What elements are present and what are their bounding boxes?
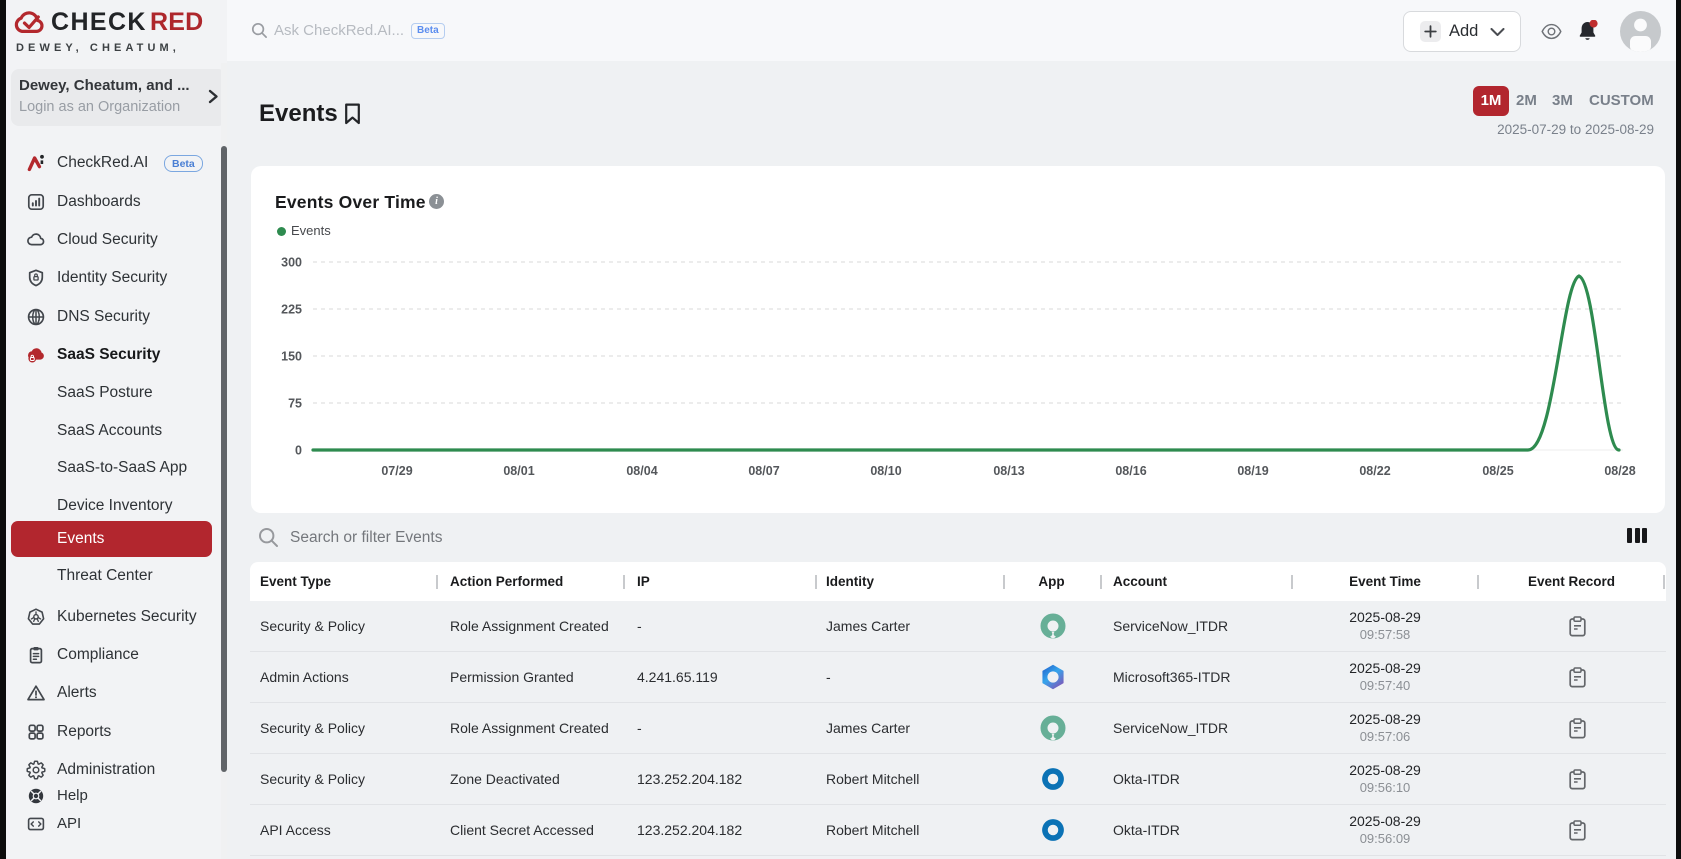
svg-text:08/22: 08/22 xyxy=(1359,464,1390,478)
svg-text:08/07: 08/07 xyxy=(748,464,779,478)
svg-text:07/29: 07/29 xyxy=(381,464,412,478)
svg-text:150: 150 xyxy=(281,350,302,364)
svg-text:08/16: 08/16 xyxy=(1115,464,1146,478)
svg-text:08/01: 08/01 xyxy=(503,464,534,478)
svg-text:08/13: 08/13 xyxy=(993,464,1024,478)
svg-text:0: 0 xyxy=(295,444,302,458)
svg-text:08/19: 08/19 xyxy=(1237,464,1268,478)
svg-text:300: 300 xyxy=(281,256,302,270)
svg-text:75: 75 xyxy=(288,397,302,411)
svg-text:08/28: 08/28 xyxy=(1604,464,1635,478)
svg-text:08/10: 08/10 xyxy=(870,464,901,478)
svg-text:08/04: 08/04 xyxy=(626,464,657,478)
svg-text:08/25: 08/25 xyxy=(1482,464,1513,478)
svg-text:225: 225 xyxy=(281,303,302,317)
